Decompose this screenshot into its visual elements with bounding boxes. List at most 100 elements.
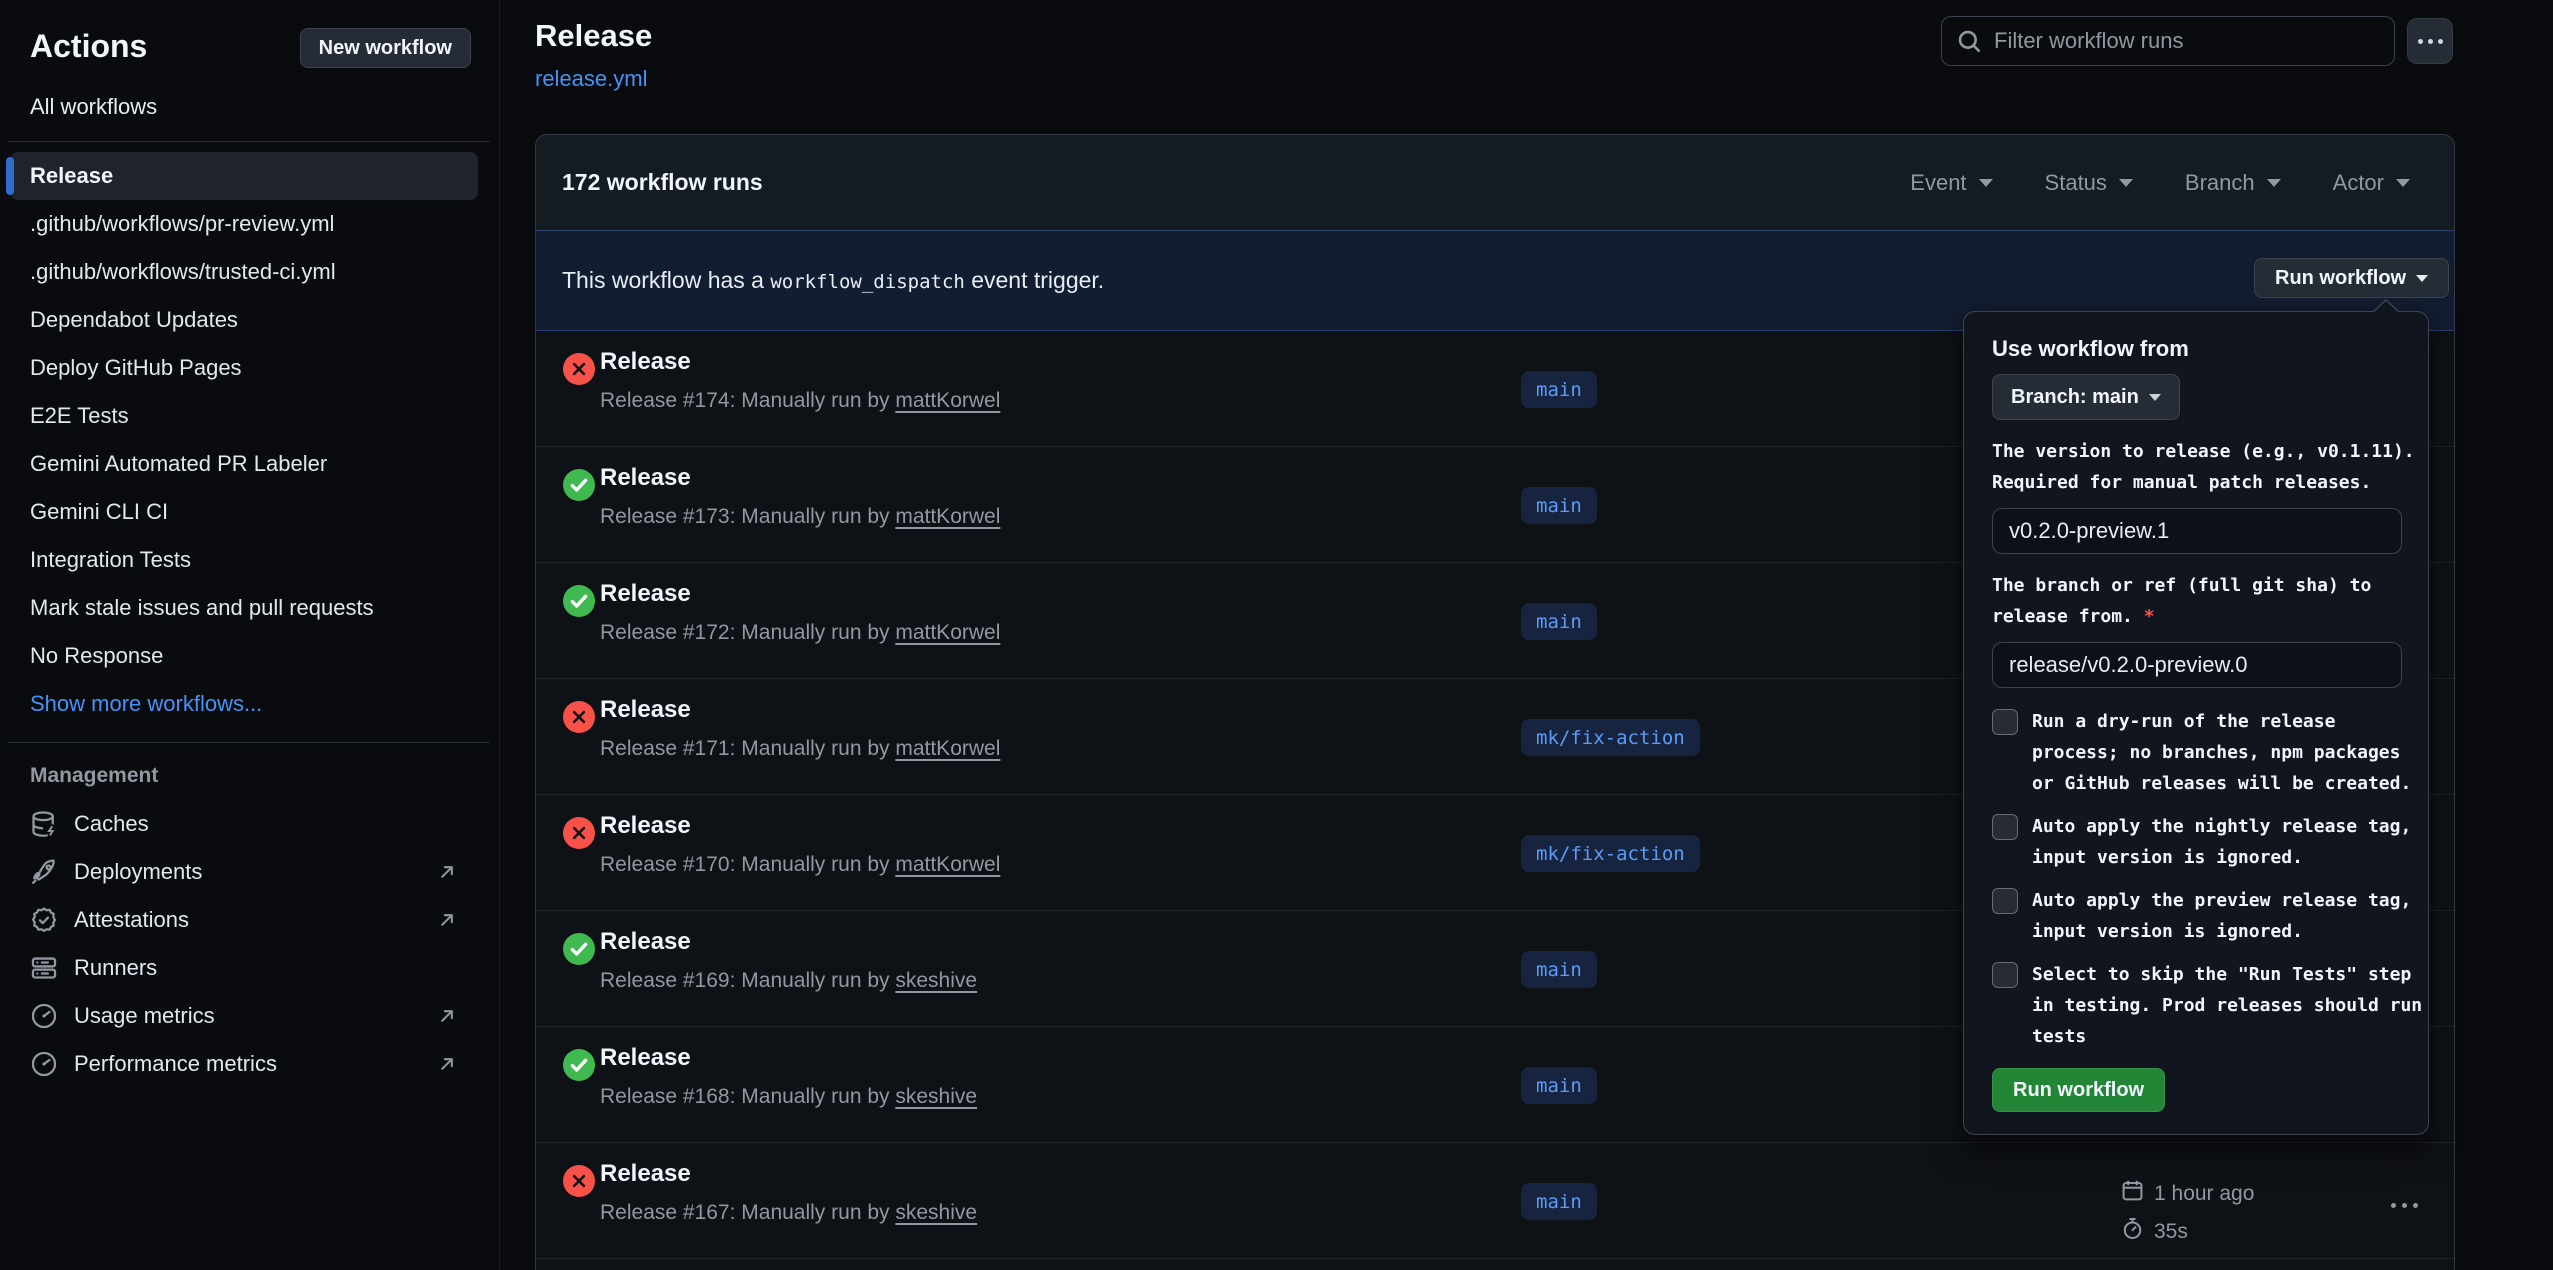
verified-icon	[30, 906, 58, 934]
dispatch-option-label[interactable]: Auto apply the nightly release tag,input…	[2032, 811, 2411, 873]
chevron-down-icon	[2267, 179, 2281, 187]
dispatch-options-group: Run a dry-run of the releaseprocess; no …	[1992, 706, 2400, 1052]
workflow-file-link[interactable]: release.yml	[535, 66, 647, 92]
sidebar-item-workflow[interactable]: Dependabot Updates	[10, 296, 478, 344]
use-workflow-from-heading: Use workflow from	[1992, 336, 2400, 362]
filter-status[interactable]: Status	[2045, 170, 2133, 196]
run-actor-link[interactable]: mattKorwel	[895, 853, 1000, 876]
management-divider	[8, 742, 490, 743]
dispatch-option-row: Select to skip the "Run Tests" stepin te…	[1992, 959, 2400, 1052]
sidebar-item-workflow[interactable]: E2E Tests	[10, 392, 478, 440]
external-arrow-icon	[436, 909, 458, 931]
dispatch-option-label[interactable]: Select to skip the "Run Tests" stepin te…	[2032, 959, 2422, 1052]
run-description-text: Release #169: Manually run by	[600, 969, 895, 992]
branch-badge[interactable]: main	[1521, 1067, 1597, 1104]
sidebar-item-label: .github/workflows/trusted-ci.yml	[30, 259, 336, 285]
run-actor-link[interactable]: mattKorwel	[895, 737, 1000, 760]
branch-badge[interactable]: main	[1521, 371, 1597, 408]
run-options-kebab-button[interactable]	[2391, 1203, 2418, 1208]
run-workflow-submit-button[interactable]: Run workflow	[1992, 1068, 2165, 1112]
sidebar-item-workflow[interactable]: .github/workflows/trusted-ci.yml	[10, 248, 478, 296]
run-time-value: 1 hour ago	[2154, 1182, 2254, 1206]
run-description: Release #173: Manually run by mattKorwel	[600, 505, 1000, 529]
run-duration-value: 35s	[2154, 1220, 2188, 1244]
run-actor-link[interactable]: mattKorwel	[895, 505, 1000, 528]
branch-badge[interactable]: main	[1521, 487, 1597, 524]
kebab-dot	[2438, 39, 2443, 44]
failure-icon	[563, 817, 595, 849]
ref-input[interactable]	[1992, 642, 2402, 688]
run-title-link[interactable]: Release	[600, 580, 691, 608]
workflow-options-kebab-button[interactable]	[2407, 18, 2453, 64]
filter-workflow-runs-input[interactable]	[1994, 28, 2354, 54]
kebab-dot	[2413, 1203, 2418, 1208]
filter-actor[interactable]: Actor	[2333, 170, 2410, 196]
sidebar-item-caches[interactable]: Caches	[10, 800, 478, 848]
chevron-down-icon	[2416, 275, 2428, 282]
sidebar-item-runners[interactable]: Runners	[10, 944, 478, 992]
sidebar-item-workflow[interactable]: Integration Tests	[10, 536, 478, 584]
sidebar-item-workflow[interactable]: Gemini CLI CI	[10, 488, 478, 536]
run-description: Release #170: Manually run by mattKorwel	[600, 853, 1000, 877]
dispatch-option-checkbox[interactable]	[1992, 888, 2018, 914]
filter-branch[interactable]: Branch	[2185, 170, 2281, 196]
dispatch-option-label-line: Auto apply the preview release tag,	[2032, 885, 2411, 916]
dispatch-option-checkbox[interactable]	[1992, 814, 2018, 840]
sidebar-item-all-workflows[interactable]: All workflows	[30, 94, 157, 120]
branch-badge[interactable]: mk/fix-action	[1521, 719, 1700, 756]
branch-badge[interactable]: mk/fix-action	[1521, 835, 1700, 872]
help-text-line: The version to release (e.g., v0.1.11).	[1992, 436, 2400, 467]
sidebar-item-attestations[interactable]: Attestations	[10, 896, 478, 944]
run-title-link[interactable]: Release	[600, 464, 691, 492]
meter-icon	[30, 1002, 58, 1030]
dispatch-option-label[interactable]: Auto apply the preview release tag,input…	[2032, 885, 2411, 947]
run-actor-link[interactable]: skeshive	[895, 969, 977, 992]
branch-badge[interactable]: main	[1521, 603, 1597, 640]
sidebar-divider	[8, 141, 490, 142]
sidebar-item-workflow[interactable]: Release	[10, 152, 478, 200]
chevron-down-icon	[1979, 179, 1993, 187]
failure-icon	[563, 1165, 595, 1197]
new-workflow-button[interactable]: New workflow	[300, 28, 471, 68]
run-workflow-dropdown-button[interactable]: Run workflow	[2254, 258, 2449, 298]
run-title-link[interactable]: Release	[600, 812, 691, 840]
sidebar-item-deployments[interactable]: Deployments	[10, 848, 478, 896]
filter-event[interactable]: Event	[1910, 170, 1992, 196]
run-description-text: Release #174: Manually run by	[600, 389, 895, 412]
sidebar-item-workflow[interactable]: Deploy GitHub Pages	[10, 344, 478, 392]
sidebar-item-workflow[interactable]: Gemini Automated PR Labeler	[10, 440, 478, 488]
sidebar-item-workflow[interactable]: Mark stale issues and pull requests	[10, 584, 478, 632]
run-title-link[interactable]: Release	[600, 696, 691, 724]
run-title-link[interactable]: Release	[600, 928, 691, 956]
branch-badge[interactable]: main	[1521, 1183, 1597, 1220]
filter-workflow-runs-box[interactable]	[1941, 16, 2395, 66]
kebab-dot	[2402, 1203, 2407, 1208]
dispatch-option-checkbox[interactable]	[1992, 962, 2018, 988]
run-actor-link[interactable]: mattKorwel	[895, 389, 1000, 412]
run-title-link[interactable]: Release	[600, 1044, 691, 1072]
sidebar-item-performance-metrics[interactable]: Performance metrics	[10, 1040, 478, 1088]
success-icon	[563, 1049, 595, 1081]
version-input[interactable]	[1992, 508, 2402, 554]
run-actor-link[interactable]: mattKorwel	[895, 621, 1000, 644]
run-title-link[interactable]: Release	[600, 348, 691, 376]
kebab-dot	[2418, 39, 2423, 44]
sidebar-item-workflow[interactable]: No Response	[10, 632, 478, 680]
sidebar-item-label: Dependabot Updates	[30, 307, 238, 333]
dispatch-option-label[interactable]: Run a dry-run of the releaseprocess; no …	[2032, 706, 2411, 799]
run-description: Release #171: Manually run by mattKorwel	[600, 737, 1000, 761]
sidebar-show-more-link[interactable]: Show more workflows...	[10, 680, 478, 728]
help-text-line: The branch or ref (full git sha) to	[1992, 570, 2400, 601]
external-arrow-icon	[436, 861, 458, 883]
run-title-link[interactable]: Release	[600, 1160, 691, 1188]
sidebar-item-workflow[interactable]: .github/workflows/pr-review.yml	[10, 200, 478, 248]
dispatch-option-row: Auto apply the preview release tag,input…	[1992, 885, 2400, 947]
run-actor-link[interactable]: skeshive	[895, 1085, 977, 1108]
dispatch-option-checkbox[interactable]	[1992, 709, 2018, 735]
sidebar-item-usage-metrics[interactable]: Usage metrics	[10, 992, 478, 1040]
run-actor-link[interactable]: skeshive	[895, 1201, 977, 1224]
branch-badge[interactable]: main	[1521, 951, 1597, 988]
chevron-down-icon	[2149, 394, 2161, 401]
workflow-list: Release.github/workflows/pr-review.yml .g…	[10, 152, 478, 728]
branch-selector-button[interactable]: Branch: main	[1992, 374, 2180, 420]
